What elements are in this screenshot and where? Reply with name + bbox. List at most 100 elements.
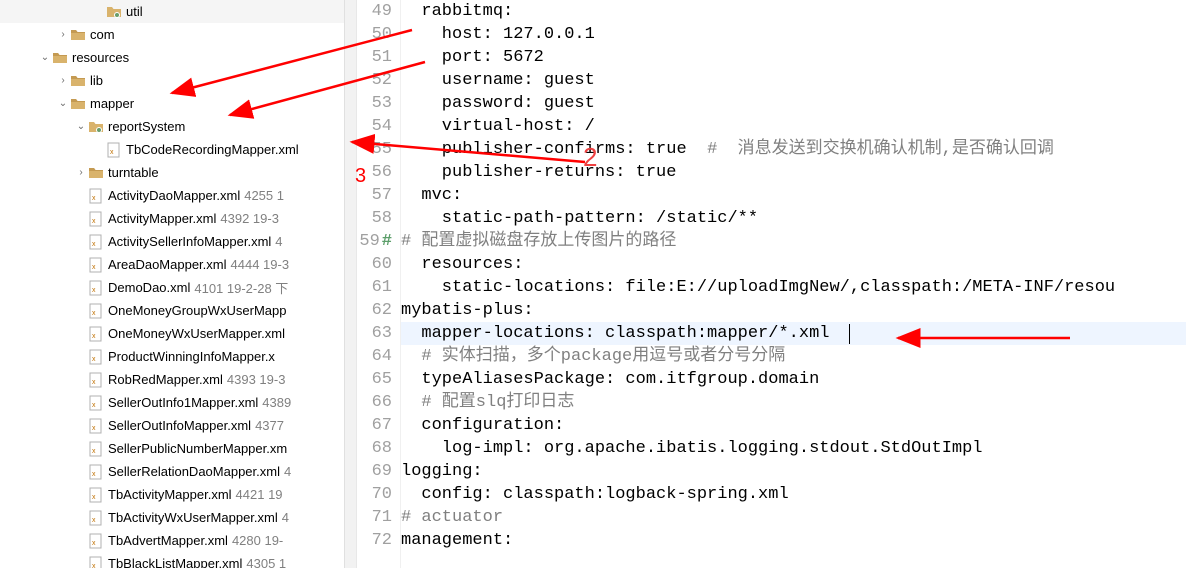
line-number: 59#	[357, 230, 392, 253]
code-line[interactable]: port: 5672	[401, 46, 1186, 69]
line-number: 55	[357, 138, 392, 161]
line-number: 67	[357, 414, 392, 437]
code-line[interactable]: rabbitmq:	[401, 0, 1186, 23]
tree-item[interactable]: ·xAreaDaoMapper.xml4444 19-3	[0, 253, 344, 276]
xml-icon: x	[88, 441, 104, 457]
tree-item[interactable]: ·xProductWinningInfoMapper.x	[0, 345, 344, 368]
res-folder-icon	[52, 50, 68, 66]
code-line[interactable]: resources:	[401, 253, 1186, 276]
chevron-right-icon[interactable]: ›	[56, 75, 70, 86]
vcs-info: 4377	[255, 418, 284, 433]
tree-item[interactable]: ›lib	[0, 69, 344, 92]
code-line[interactable]: configuration:	[401, 414, 1186, 437]
code-line[interactable]: # 实体扫描，多个package用逗号或者分号分隔	[401, 345, 1186, 368]
code-area[interactable]: rabbitmq: host: 127.0.0.1 port: 5672 use…	[401, 0, 1186, 568]
code-line[interactable]: virtual-host: /	[401, 115, 1186, 138]
code-line[interactable]: # 配置虚拟磁盘存放上传图片的路径	[401, 230, 1186, 253]
xml-icon: x	[88, 280, 104, 296]
arrow-blank: ·	[74, 466, 88, 477]
tree-item[interactable]: ·xActivitySellerInfoMapper.xml4	[0, 230, 344, 253]
chevron-down-icon[interactable]: ⌄	[56, 98, 70, 109]
arrow-blank: ·	[74, 443, 88, 454]
arrow-blank: ·	[74, 420, 88, 431]
xml-icon: x	[88, 372, 104, 388]
tree-item[interactable]: ·xActivityMapper.xml4392 19-3	[0, 207, 344, 230]
tree-item-label: mapper	[90, 96, 134, 111]
tree-item[interactable]: ·xTbCodeRecordingMapper.xml	[0, 138, 344, 161]
code-line[interactable]: password: guest	[401, 92, 1186, 115]
code-line[interactable]: # 配置slq打印日志	[401, 391, 1186, 414]
svg-text:x: x	[92, 494, 96, 501]
arrow-blank: ·	[74, 512, 88, 523]
tree-item-label: util	[126, 4, 143, 19]
code-line[interactable]: # actuator	[401, 506, 1186, 529]
tree-item-label: SellerOutInfoMapper.xml	[108, 418, 251, 433]
code-line[interactable]: static-path-pattern: /static/**	[401, 207, 1186, 230]
line-number: 53	[357, 92, 392, 115]
code-line[interactable]: publisher-confirms: true # 消息发送到交换机确认机制,…	[401, 138, 1186, 161]
code-line[interactable]: management:	[401, 529, 1186, 552]
line-number: 51	[357, 46, 392, 69]
code-line[interactable]: typeAliasesPackage: com.itfgroup.domain	[401, 368, 1186, 391]
tree-item-label: TbActivityWxUserMapper.xml	[108, 510, 278, 525]
tree-item[interactable]: ·xSellerOutInfoMapper.xml4377	[0, 414, 344, 437]
tree-item[interactable]: ·xTbBlackListMapper.xml4305 1	[0, 552, 344, 568]
line-number: 49	[357, 0, 392, 23]
tree-item[interactable]: · x TbActivityWxUserMapper.xml 4	[0, 506, 344, 529]
tree-item-label: RobRedMapper.xml	[108, 372, 223, 387]
tree-item[interactable]: ⌄reportSystem	[0, 115, 344, 138]
code-line[interactable]: mvc:	[401, 184, 1186, 207]
svg-text:x: x	[92, 379, 96, 386]
code-line[interactable]: static-locations: file:E://uploadImgNew/…	[401, 276, 1186, 299]
tree-item-label: OneMoneyGroupWxUserMapp	[108, 303, 286, 318]
tree-item[interactable]: ·xSellerRelationDaoMapper.xml4	[0, 460, 344, 483]
tree-item[interactable]: ·xActivityDaoMapper.xml4255 1	[0, 184, 344, 207]
code-line[interactable]: username: guest	[401, 69, 1186, 92]
pkg-icon	[88, 119, 104, 135]
xml-icon: x	[88, 533, 104, 549]
tree-item[interactable]: ·xSellerPublicNumberMapper.xm	[0, 437, 344, 460]
project-tree-panel[interactable]: ·util›com⌄resources›lib⌄mapper⌄reportSys…	[0, 0, 345, 568]
svg-text:x: x	[92, 356, 96, 363]
tree-item[interactable]: ⌄resources	[0, 46, 344, 69]
folder-icon	[88, 165, 104, 181]
tree-item[interactable]: ·xDemoDao.xml4101 19-2-28 下	[0, 276, 344, 299]
code-line[interactable]: publisher-returns: true	[401, 161, 1186, 184]
tree-item[interactable]: ·xTbActivityMapper.xml4421 19	[0, 483, 344, 506]
code-line[interactable]: logging:	[401, 460, 1186, 483]
tree-item[interactable]: ·xOneMoneyGroupWxUserMapp	[0, 299, 344, 322]
code-line[interactable]: host: 127.0.0.1	[401, 23, 1186, 46]
chevron-down-icon[interactable]: ⌄	[38, 52, 52, 63]
tree-item[interactable]: ·xOneMoneyWxUserMapper.xml	[0, 322, 344, 345]
tree-item[interactable]: ⌄ mapper	[0, 92, 344, 115]
svg-text:x: x	[92, 540, 96, 547]
line-number: 68	[357, 437, 392, 460]
chevron-right-icon[interactable]: ›	[56, 29, 70, 40]
line-number: 52	[357, 69, 392, 92]
arrow-blank: ·	[74, 259, 88, 270]
tree-item[interactable]: ›turntable	[0, 161, 344, 184]
tree-item[interactable]: ·xRobRedMapper.xml4393 19-3	[0, 368, 344, 391]
line-number: 70	[357, 483, 392, 506]
xml-icon: x	[88, 510, 104, 526]
code-line[interactable]: mybatis-plus:	[401, 299, 1186, 322]
line-number: 66	[357, 391, 392, 414]
chevron-right-icon[interactable]: ›	[74, 167, 88, 178]
svg-text:x: x	[92, 517, 96, 524]
tree-item-label: TbAdvertMapper.xml	[108, 533, 228, 548]
tree-item[interactable]: ›com	[0, 23, 344, 46]
code-line[interactable]: log-impl: org.apache.ibatis.logging.stdo…	[401, 437, 1186, 460]
tree-item[interactable]: ·util	[0, 0, 344, 23]
code-line[interactable]: mapper-locations: classpath:mapper/*.xml	[401, 322, 1186, 345]
chevron-down-icon[interactable]: ⌄	[74, 121, 88, 132]
vcs-info: 4255 1	[244, 188, 284, 203]
xml-icon: x	[88, 395, 104, 411]
code-editor[interactable]: 4950515253545556575859#60616263646566676…	[357, 0, 1186, 568]
xml-icon: x	[88, 487, 104, 503]
tree-item[interactable]: ·xSellerOutInfo1Mapper.xml4389	[0, 391, 344, 414]
tree-item[interactable]: ·xTbAdvertMapper.xml4280 19-	[0, 529, 344, 552]
vcs-info: 4	[282, 510, 289, 525]
xml-icon: x	[88, 349, 104, 365]
line-number: 50	[357, 23, 392, 46]
code-line[interactable]: config: classpath:logback-spring.xml	[401, 483, 1186, 506]
